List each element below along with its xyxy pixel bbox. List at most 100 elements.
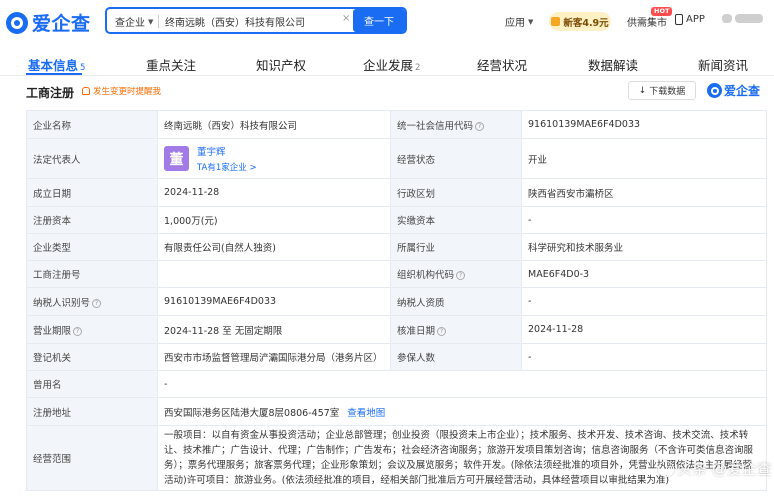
table-row: 登记机关 西安市市场监督管理局浐灞国际港分局（港务片区） 参保人数 - [26,343,767,371]
tab-news[interactable]: 新闻资讯 [698,55,748,74]
former-name-value: - [157,370,767,398]
tax-id-label-cell: 纳税人识别号? [26,287,158,316]
table-row: 经营范围 一般项目：以自有资金从事投资活动；企业总部管理；创业投资（限投资未上市… [26,425,767,491]
tab-data-insight[interactable]: 数据解读 [588,55,638,74]
market-label: 供需集市 [627,18,667,29]
logo-icon [6,11,28,34]
tab-label: 重点关注 [146,58,197,73]
caret-down-icon: ▼ [148,17,154,26]
org-code-label-cell: 组织机构代码? [390,260,522,288]
bell-icon [82,87,90,95]
help-icon[interactable]: ? [73,326,83,336]
logo-icon [707,83,722,98]
legal-rep-avatar[interactable]: 董 [164,146,189,171]
tax-id-value: 91610139MAE6F4D033 [157,287,391,316]
tab-label: 企业发展 [363,58,414,73]
table-row: 营业期限? 2024-11-28 至 无固定期限 核准日期? 2024-11-2… [26,315,767,344]
tab-basic-info[interactable]: 基本信息 5 [28,55,85,74]
download-icon: ↓ [638,85,647,96]
address-cell: 西安国际港务区陆港大厦8层0806-457室 查看地图 [157,397,767,426]
search-button[interactable]: 查一下 [353,9,405,32]
credit-code-value: 91610139MAE6F4D033 [521,110,767,139]
table-row: 纳税人识别号? 91610139MAE6F4D033 纳税人资质 - [26,287,767,316]
active-tab-indicator [26,73,82,75]
change-reminder-link[interactable]: 发生变更时提醒我 [82,85,161,97]
established-value: 2024-11-28 [157,178,391,207]
app-download-label: APP [686,14,705,25]
capital-label: 注册资本 [26,206,158,234]
help-icon[interactable]: ? [456,271,466,280]
credit-code-label: 统一社会信用代码 [397,120,474,132]
reg-no-label: 工商注册号 [26,260,158,288]
company-name-value: 终南远眺（西安）科技有限公司 [157,110,391,139]
tax-id-label: 纳税人识别号 [33,297,91,309]
taxpayer-qualification-label: 纳税人资质 [390,287,522,316]
logo-text: 爱企查 [32,13,91,35]
help-icon[interactable]: ? [437,326,447,336]
brand-logo: 爱企查 [707,82,760,99]
newbie-offer-label: 新客4.9元 [563,17,609,29]
credit-code-label-cell: 统一社会信用代码? [390,110,522,139]
table-row: 注册资本 1,000万(元) 实缴资本 - [26,206,767,234]
caret-down-icon: ▼ [528,17,534,26]
brand-text: 爱企查 [724,84,761,98]
scope-label: 经营范围 [26,425,158,491]
user-avatar[interactable] [722,10,768,27]
address-value: 西安国际港务区陆港大厦8层0806-457室 [164,407,340,419]
download-label: 下载数据 [649,87,686,97]
legal-rep-label: 法定代表人 [26,138,158,179]
help-icon[interactable]: ? [475,121,485,131]
search-type-dropdown[interactable]: 查企业 ▼ [115,14,154,30]
search-box: 查企业 ▼ 终南远眺（西安）科技有限公司 × 查一下 [105,7,407,34]
site-logo[interactable]: 爱企查 [6,9,91,36]
company-type-label: 企业类型 [26,233,158,261]
newbie-offer-button[interactable]: 新客4.9元 [549,12,611,31]
search-divider [158,15,159,28]
company-type-value: 有限责任公司(自然人独资) [157,233,391,261]
org-code-label: 组织机构代码 [397,270,455,281]
industry-value: 科学研究和技术服务业 [521,233,767,261]
gift-icon [551,17,561,26]
tab-ip[interactable]: 知识产权 [256,55,306,74]
search-type-label: 查企业 [115,18,145,29]
industry-label: 所属行业 [390,233,522,261]
watermark: 头条 @爱企查 [658,458,772,479]
tab-bar: 基本信息 5 重点关注 知识产权 企业发展 2 经营状况 数据解读 新闻资讯 [0,46,774,76]
tab-development[interactable]: 企业发展 2 [363,55,420,74]
term-label-cell: 营业期限? [26,315,158,344]
table-row: 工商注册号 组织机构代码? MAE6F4D0-3 [26,260,767,288]
legal-rep-companies-link[interactable]: TA有1家企业 > [197,161,257,173]
org-code-value: MAE6F4D0-3 [521,260,767,288]
address-label: 注册地址 [26,397,158,426]
download-data-button[interactable]: ↓ 下载数据 [628,81,696,100]
approval-value: 2024-11-28 [521,315,767,344]
tab-operations[interactable]: 经营状况 [477,55,527,74]
company-name-label: 企业名称 [26,110,158,139]
tab-count: 5 [80,63,86,73]
table-row: 注册地址 西安国际港务区陆港大厦8层0806-457室 查看地图 [26,397,767,426]
tab-key-focus[interactable]: 重点关注 [146,55,196,74]
search-input[interactable]: 终南远眺（西安）科技有限公司 [165,14,305,29]
tab-label: 数据解读 [588,58,639,73]
legal-rep-name-link[interactable]: 董宇辉 [197,144,257,158]
hot-badge: HOT [651,7,673,16]
authority-value: 西安市市场监督管理局浐灞国际港分局（港务片区） [157,343,391,371]
watermark-icon [658,460,674,477]
app-download-link[interactable]: APP [675,14,705,25]
capital-value: 1,000万(元) [157,206,391,234]
view-map-link[interactable]: 查看地图 [347,408,385,419]
table-row: 曾用名 - [26,370,767,398]
authority-label: 登记机关 [26,343,158,371]
insured-label: 参保人数 [390,343,522,371]
clear-icon[interactable]: × [342,14,352,24]
term-label: 营业期限 [33,325,72,337]
help-icon[interactable]: ? [92,298,102,308]
established-label: 成立日期 [26,178,158,207]
paid-capital-value: - [521,206,767,234]
app-menu[interactable]: 应用 ▼ [505,14,534,30]
market-link[interactable]: 供需集市 [627,14,667,29]
legal-rep-cell: 董 董宇辉 TA有1家企业 > [157,138,391,179]
taxpayer-qualification-value: - [521,287,767,316]
paid-capital-label: 实缴资本 [390,206,522,234]
tab-count: 2 [415,63,421,73]
